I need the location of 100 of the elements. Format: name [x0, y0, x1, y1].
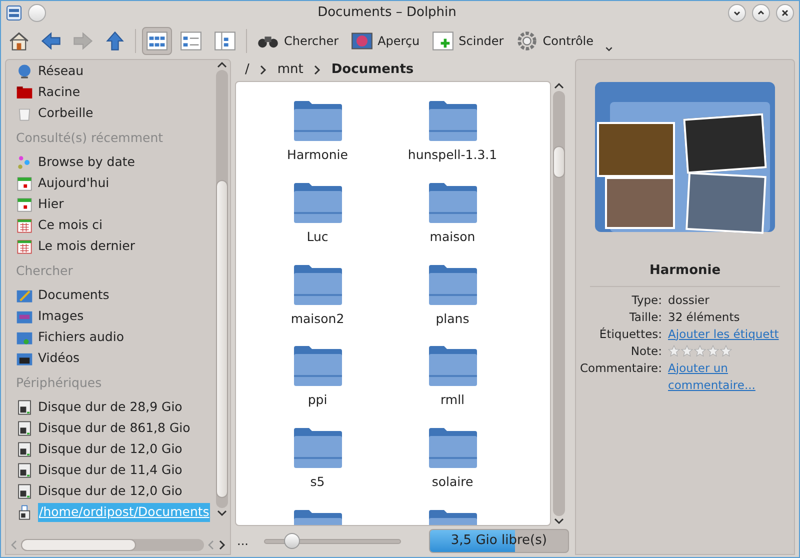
folder-icon — [16, 84, 33, 101]
scroll-up-icon[interactable] — [553, 81, 565, 91]
place-item[interactable]: Le mois dernier — [38, 237, 135, 256]
star-icon — [707, 345, 720, 357]
calendar-icon — [16, 238, 33, 255]
place-item[interactable]: Browse by date — [38, 153, 135, 172]
place-item[interactable]: Disque dur de 861,8 Gio — [38, 419, 190, 438]
folder-name[interactable]: maison — [430, 228, 476, 246]
field-value: dossier — [668, 292, 710, 308]
calendar-icon — [16, 175, 33, 192]
minimize-button[interactable] — [728, 4, 746, 22]
folder-icon — [292, 345, 342, 388]
place-item[interactable]: Disque dur de 28,9 Gio — [38, 398, 182, 417]
maximize-button[interactable] — [752, 4, 770, 22]
scrollbar-thumb[interactable] — [216, 180, 228, 498]
scroll-down-icon[interactable] — [553, 516, 565, 526]
folder-name[interactable]: s5 — [310, 473, 325, 492]
scroll-right-icon[interactable] — [218, 540, 226, 550]
app-menu-icon[interactable] — [6, 5, 22, 21]
scroll-down-icon[interactable] — [216, 508, 228, 518]
section-header: Consulté(s) récemment — [15, 129, 164, 148]
folder-name[interactable]: hunspell-1.3.1 — [408, 146, 498, 165]
globe-icon — [16, 63, 33, 80]
toolbar-button[interactable]: Scinder — [428, 27, 508, 55]
home-icon — [8, 30, 30, 52]
star-icon — [681, 345, 694, 357]
close-icon — [780, 8, 790, 18]
place-item[interactable]: Disque dur de 12,0 Gio — [38, 482, 182, 501]
breadcrumb-item[interactable]: Documents — [331, 60, 414, 80]
scrollbar-thumb[interactable] — [21, 539, 136, 551]
drive-icon — [16, 441, 33, 458]
place-item[interactable]: Hier — [38, 195, 64, 214]
field-label: Commentaire: — [580, 360, 662, 376]
star-icon — [720, 345, 732, 357]
picture-icon — [350, 30, 373, 52]
field-label: Note: — [630, 342, 662, 360]
place-item[interactable]: Racine — [38, 83, 80, 102]
drive-icon — [16, 483, 33, 500]
folder-icon — [428, 345, 478, 388]
slider-handle[interactable] — [284, 533, 300, 549]
folder-icon — [428, 100, 478, 142]
section-header: Périphériques — [15, 374, 103, 392]
scroll-up-icon[interactable] — [216, 60, 228, 70]
folder-icon — [292, 182, 342, 224]
close-button[interactable] — [776, 4, 794, 22]
scrollbar-thumb[interactable] — [553, 146, 565, 178]
item-name: Harmonie — [649, 262, 721, 280]
folder-name[interactable]: rmll — [440, 391, 465, 410]
folder-icon — [428, 427, 478, 469]
arrow-icon — [40, 30, 62, 52]
view-layout-icon — [146, 30, 168, 52]
toolbar-button[interactable]: Aperçu — [346, 27, 424, 55]
folder-name[interactable]: maison2 — [290, 310, 344, 328]
breadcrumb-item[interactable]: / — [245, 60, 250, 80]
folder-icon — [292, 427, 342, 469]
field-label: Étiquettes: — [598, 326, 662, 342]
gear-icon — [516, 30, 538, 52]
place-item[interactable]: Fichiers audio — [38, 328, 124, 347]
zoom-slider[interactable] — [264, 532, 401, 550]
arrow-icon — [72, 30, 94, 52]
folder-name[interactable]: Luc — [306, 228, 328, 246]
drive-icon — [16, 399, 33, 416]
place-item[interactable]: Vidéos — [38, 349, 80, 368]
toolbar-button[interactable]: Contrôle — [512, 27, 598, 55]
folder-name[interactable]: solaire — [432, 473, 474, 492]
field-label: Taille: — [628, 308, 662, 326]
folder-name[interactable]: plans — [436, 310, 470, 328]
place-item[interactable]: Documents — [38, 286, 110, 305]
drive-icon — [16, 420, 33, 437]
arrow-icon — [104, 30, 126, 52]
place-item[interactable]: Ce mois ci — [38, 216, 103, 235]
place-item[interactable]: Disque dur de 12,0 Gio — [38, 440, 182, 459]
toolbar-button[interactable]: Chercher — [253, 27, 343, 55]
section-header: Chercher — [15, 262, 74, 280]
star-icon — [668, 345, 680, 357]
pin-button[interactable] — [28, 4, 46, 22]
field-value: 32 éléments — [668, 308, 741, 326]
folder-icon — [292, 264, 342, 306]
place-item[interactable]: Corbeille — [38, 104, 94, 123]
place-item[interactable]: Réseau — [38, 62, 84, 81]
place-item[interactable]: Aujourd'hui — [38, 174, 110, 193]
view-layout-icon — [180, 30, 202, 52]
calendar-icon — [16, 196, 33, 213]
place-item[interactable]: Images — [38, 307, 84, 326]
folder-icon — [428, 182, 478, 224]
split-view-icon — [432, 30, 454, 52]
view-layout-icon — [214, 30, 236, 52]
breadcrumb-item[interactable]: mnt — [277, 60, 304, 80]
chevron-right-icon — [259, 65, 268, 75]
calendar-icon — [16, 217, 33, 234]
folder-name[interactable]: Harmonie — [287, 146, 348, 165]
star-icon — [694, 345, 706, 357]
place-item[interactable]: Disque dur de 11,4 Gio — [38, 461, 182, 480]
folder-icon — [428, 264, 478, 306]
folder-name[interactable]: ppi — [308, 391, 328, 410]
field-label: Type: — [630, 292, 662, 308]
chevron-right-icon — [313, 65, 322, 75]
view-mode-button[interactable] — [142, 27, 172, 55]
drive-icon — [16, 462, 33, 479]
window-title: Documents – Dolphin — [316, 4, 458, 22]
